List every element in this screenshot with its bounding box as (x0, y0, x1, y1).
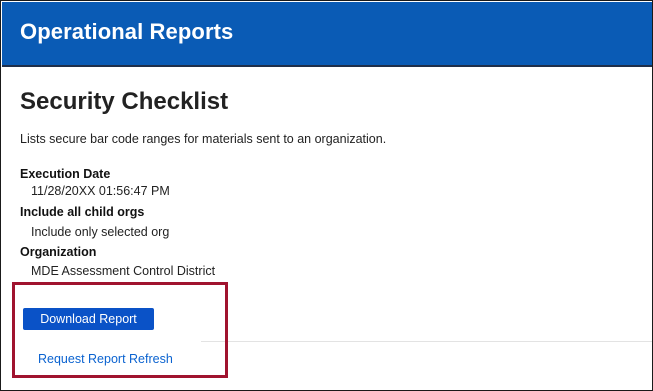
organization-label: Organization (20, 245, 97, 259)
execution-date-label: Execution Date (20, 167, 111, 181)
execution-date-value: 11/28/20XX 01:56:47 PM (31, 184, 170, 198)
child-orgs-label: Include all child orgs (20, 205, 145, 219)
organization-value: MDE Assessment Control District (31, 264, 216, 278)
report-panel: Operational Reports Security Checklist L… (0, 0, 653, 391)
report-description: Lists secure bar code ranges for materia… (20, 132, 387, 146)
section-divider (201, 341, 652, 342)
download-report-button[interactable]: Download Report (23, 308, 154, 330)
report-title: Security Checklist (20, 88, 229, 115)
request-report-refresh-link[interactable]: Request Report Refresh (38, 352, 173, 366)
page-header-title: Operational Reports (20, 19, 234, 44)
page-header: Operational Reports (2, 2, 652, 67)
child-orgs-value: Include only selected org (31, 225, 170, 239)
